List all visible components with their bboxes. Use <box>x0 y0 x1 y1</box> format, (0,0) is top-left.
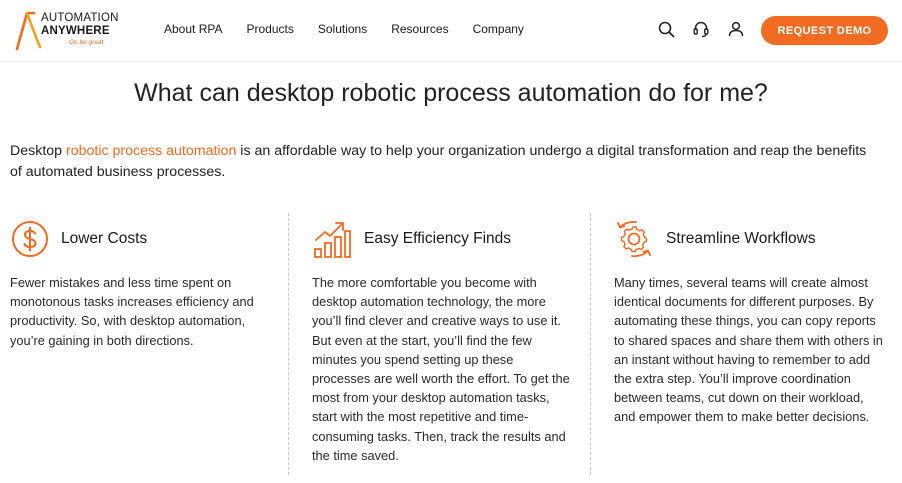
logo-tagline: Go be great. <box>69 39 106 46</box>
feature-easy-efficiency-finds: Easy Efficiency Finds The more comfortab… <box>312 214 580 476</box>
intro-paragraph: Desktop robotic process automation is an… <box>10 141 880 183</box>
logo-text-anywhere: ANYWHERE <box>41 25 110 37</box>
nav-item-company[interactable]: Company <box>473 22 524 36</box>
nav-item-products[interactable]: Products <box>246 22 293 36</box>
page-title: What can desktop robotic process automat… <box>134 79 768 107</box>
column-divider <box>288 213 289 475</box>
feature-body: Fewer mistakes and less time spent on mo… <box>10 275 254 348</box>
nav-item-solutions[interactable]: Solutions <box>318 22 367 36</box>
feature-title: Lower Costs <box>61 230 148 247</box>
nav-item-about-rpa[interactable]: About RPA <box>164 22 222 36</box>
feature-streamline-workflows: Streamline Workflows Many times, several… <box>614 214 890 476</box>
site-header: AUTOMATION ANYWHERE Go be great. About R… <box>0 0 902 62</box>
gear-cycle-icon <box>614 219 654 259</box>
column-divider <box>590 213 591 475</box>
nav-item-resources[interactable]: Resources <box>391 22 448 36</box>
rpa-link[interactable]: robotic process automation <box>66 143 236 159</box>
main-nav: About RPA Products Solutions Resources C… <box>164 22 548 36</box>
user-icon[interactable] <box>726 19 746 39</box>
feature-body: The more comfortable you become with des… <box>312 275 570 463</box>
search-icon[interactable] <box>656 19 676 39</box>
feature-title: Streamline Workflows <box>666 230 816 247</box>
feature-title: Easy Efficiency Finds <box>364 230 512 247</box>
growth-chart-icon <box>312 219 352 259</box>
feature-lower-costs: Lower Costs Fewer mistakes and less time… <box>10 214 278 476</box>
intro-text-before: Desktop <box>10 143 66 159</box>
request-demo-button[interactable]: REQUEST DEMO <box>761 16 888 45</box>
logo-text-automation: AUTOMATION <box>41 12 119 24</box>
brand-logo[interactable]: AUTOMATION ANYWHERE Go be great. <box>14 9 134 53</box>
logo-mark-icon <box>15 11 42 51</box>
feature-body: Many times, several teams will create al… <box>614 275 883 425</box>
headset-icon[interactable] <box>691 19 711 39</box>
dollar-circle-icon <box>10 219 50 259</box>
